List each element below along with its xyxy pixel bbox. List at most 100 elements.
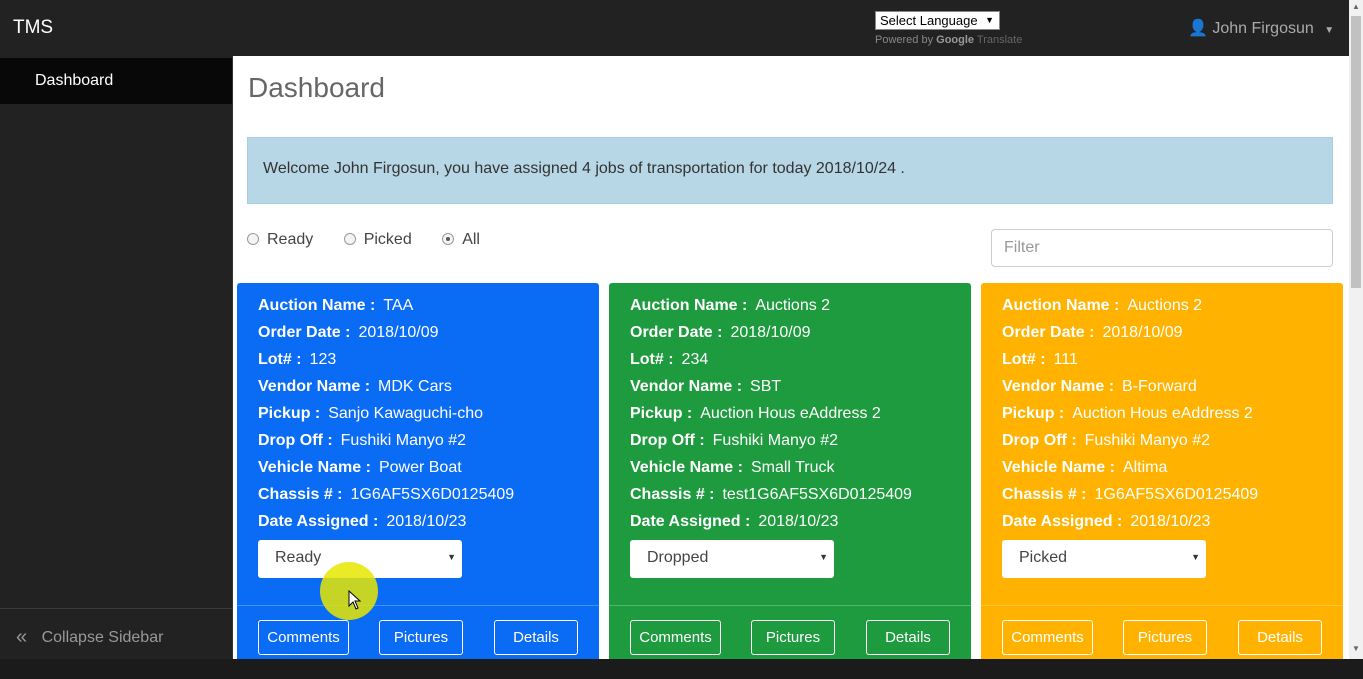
radio-ready-label: Ready — [267, 231, 314, 248]
radio-picked[interactable]: Picked — [343, 231, 412, 249]
google-logo: Google — [936, 34, 975, 46]
radio-all[interactable]: All — [442, 231, 480, 249]
radio-ready[interactable]: Ready — [247, 231, 313, 249]
vendor-name-row: Vendor Name : B-Forward — [1002, 376, 1258, 403]
field-label: Vehicle Name : — [1002, 459, 1115, 476]
pickup-row: Pickup : Auction Hous eAddress 2 — [1002, 403, 1258, 430]
main-content: Dashboard Welcome John Firgosun, you hav… — [233, 56, 1349, 659]
translate-link[interactable]: Translate — [977, 34, 1022, 46]
top-navbar: TMS Select Language ▼ Powered by Google … — [0, 0, 1349, 56]
date-assigned-row: Date Assigned : 2018/10/23 — [258, 511, 514, 538]
field-value: Power Boat — [378, 459, 462, 476]
card-divider — [609, 605, 971, 606]
status-value: Picked — [1019, 549, 1068, 566]
comments-button[interactable]: Comments — [1002, 620, 1093, 655]
comments-button[interactable]: Comments — [630, 620, 721, 655]
status-select[interactable]: Picked ▼ — [1002, 540, 1206, 578]
field-label: Lot# : — [258, 351, 302, 368]
vehicle-name-row: Vehicle Name : Small Truck — [630, 457, 912, 484]
vendor-name-row: Vendor Name : SBT — [630, 376, 912, 403]
chassis-row: Chassis # : test1G6AF5SX6D0125409 — [630, 484, 912, 511]
field-label: Pickup : — [258, 405, 321, 422]
filter-input[interactable]: Filter — [991, 229, 1333, 267]
scroll-up-icon[interactable]: ▲ — [1349, 2, 1363, 11]
vehicle-name-row: Vehicle Name : Altima — [1002, 457, 1258, 484]
lot-row: Lot# : 123 — [258, 349, 514, 376]
card-divider — [237, 605, 599, 606]
radio-button-icon[interactable] — [343, 233, 356, 245]
comments-button[interactable]: Comments — [258, 620, 349, 655]
field-value: Altima — [1122, 459, 1168, 476]
pictures-button[interactable]: Pictures — [379, 620, 463, 655]
auction-name-row: Auction Name : TAA — [258, 295, 514, 322]
auction-name-row: Auction Name : Auctions 2 — [1002, 295, 1258, 322]
field-value: Auctions 2 — [755, 297, 831, 314]
vehicle-name-row: Vehicle Name : Power Boat — [258, 457, 514, 484]
page-scrollbar[interactable]: ▲ ▼ — [1349, 0, 1363, 659]
status-value: Dropped — [647, 549, 709, 566]
field-value: Auction Hous eAddress 2 — [700, 405, 881, 422]
field-value: 2018/10/23 — [386, 513, 467, 530]
status-select[interactable]: Dropped ▼ — [630, 540, 834, 578]
field-label: Date Assigned : — [258, 513, 379, 530]
sidebar-item-dashboard[interactable]: Dashboard — [0, 58, 232, 104]
field-value: 1G6AF5SX6D0125409 — [350, 486, 515, 503]
field-label: Auction Name : — [258, 297, 376, 314]
dropdown-caret-icon: ▼ — [985, 15, 994, 25]
field-label: Order Date : — [258, 324, 351, 341]
field-label: Pickup : — [1002, 405, 1065, 422]
field-label: Drop Off : — [258, 432, 333, 449]
drop-off-row: Drop Off : Fushiki Manyo #2 — [258, 430, 514, 457]
card-divider — [981, 605, 1343, 606]
field-label: Lot# : — [1002, 351, 1046, 368]
scroll-down-icon[interactable]: ▼ — [1349, 644, 1363, 653]
field-value: Sanjo Kawaguchi-cho — [328, 405, 483, 422]
pictures-button[interactable]: Pictures — [1123, 620, 1207, 655]
field-value: 2018/10/09 — [730, 324, 811, 341]
brand-logo[interactable]: TMS — [13, 17, 53, 39]
field-value: Auction Hous eAddress 2 — [1072, 405, 1253, 422]
field-value: Fushiki Manyo #2 — [340, 432, 467, 449]
field-value: Fushiki Manyo #2 — [712, 432, 839, 449]
field-value: 123 — [309, 351, 337, 368]
chevron-down-icon: ▼ — [1324, 25, 1335, 36]
dropdown-caret-icon: ▼ — [819, 552, 828, 562]
field-value: 111 — [1053, 351, 1078, 368]
field-label: Vendor Name : — [1002, 378, 1115, 395]
details-button[interactable]: Details — [494, 620, 578, 655]
language-select[interactable]: Select Language ▼ — [875, 11, 1000, 30]
field-label: Date Assigned : — [1002, 513, 1123, 530]
bottom-bar — [0, 659, 1363, 679]
details-button[interactable]: Details — [866, 620, 950, 655]
auction-name-row: Auction Name : Auctions 2 — [630, 295, 912, 322]
field-value: 2018/10/23 — [1130, 513, 1211, 530]
job-card: Auction Name : Auctions 2 Order Date : 201… — [981, 283, 1343, 659]
order-date-row: Order Date : 2018/10/09 — [630, 322, 912, 349]
pictures-button[interactable]: Pictures — [751, 620, 835, 655]
field-value: 2018/10/23 — [758, 513, 839, 530]
field-value: 2018/10/09 — [1102, 324, 1183, 341]
details-button[interactable]: Details — [1238, 620, 1322, 655]
field-label: Date Assigned : — [630, 513, 751, 530]
order-date-row: Order Date : 2018/10/09 — [258, 322, 514, 349]
field-label: Vendor Name : — [630, 378, 743, 395]
user-menu[interactable]: 👤 John Firgosun ▼ — [1188, 18, 1334, 38]
chassis-row: Chassis # : 1G6AF5SX6D0125409 — [1002, 484, 1258, 511]
radio-button-icon[interactable] — [247, 233, 259, 245]
lot-row: Lot# : 234 — [630, 349, 912, 376]
field-label: Vendor Name : — [258, 378, 371, 395]
collapse-sidebar-button[interactable]: « Collapse Sidebar — [0, 608, 232, 659]
welcome-alert: Welcome John Firgosun, you have assigned… — [247, 137, 1333, 204]
pickup-row: Pickup : Sanjo Kawaguchi-cho — [258, 403, 514, 430]
scrollbar-thumb[interactable] — [1351, 16, 1361, 288]
field-value: B-Forward — [1122, 378, 1197, 395]
date-assigned-row: Date Assigned : 2018/10/23 — [1002, 511, 1258, 538]
radio-button-selected-icon[interactable] — [442, 233, 455, 245]
field-value: TAA — [383, 297, 414, 314]
field-label: Lot# : — [630, 351, 674, 368]
field-label: Chassis # : — [258, 486, 343, 503]
page-title: Dashboard — [248, 72, 385, 103]
drop-off-row: Drop Off : Fushiki Manyo #2 — [630, 430, 912, 457]
radio-picked-label: Picked — [363, 231, 412, 248]
field-label: Order Date : — [1002, 324, 1095, 341]
